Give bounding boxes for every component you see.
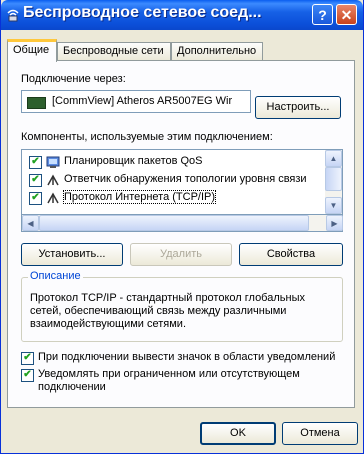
component-checkbox[interactable] <box>29 156 42 169</box>
list-item[interactable]: Ответчик обнаружения топологии уровня св… <box>22 171 318 189</box>
tab-advanced[interactable]: Дополнительно <box>171 42 263 60</box>
notify-checkbox[interactable] <box>21 369 34 382</box>
component-label: Ответчик обнаружения топологии уровня св… <box>64 173 307 185</box>
description-title: Описание <box>28 270 83 282</box>
scroll-left-arrow-icon[interactable]: ◀ <box>22 215 39 231</box>
show-icon-checkbox[interactable] <box>21 352 34 365</box>
component-label: Протокол Интернета (TCP/IP) <box>62 190 217 204</box>
connect-using-label: Подключение через: <box>21 73 126 85</box>
component-checkbox[interactable] <box>29 174 42 187</box>
description-group: Описание Протокол TCP/IP - стандартный п… <box>21 270 343 342</box>
component-label: Планировщик пакетов QoS <box>64 155 203 167</box>
network-protocol-icon <box>46 173 60 187</box>
network-protocol-icon <box>46 191 60 205</box>
scroll-up-arrow-icon[interactable]: ▲ <box>325 150 342 167</box>
configure-button[interactable]: Настроить... <box>255 96 341 119</box>
scroll-down-arrow-icon[interactable]: ▼ <box>325 197 342 214</box>
horizontal-scrollbar[interactable]: ◀ ▶ <box>21 215 343 232</box>
tab-wireless-networks[interactable]: Беспроводные сети <box>57 42 171 60</box>
network-connection-properties-dialog: Беспроводное сетевое соед... ? ✕ Общие Б… <box>0 0 364 454</box>
close-button[interactable]: ✕ <box>336 4 357 25</box>
notify-option[interactable]: Уведомлять при ограниченном или отсутств… <box>21 368 351 396</box>
install-button[interactable]: Установить... <box>21 243 123 266</box>
title-bar[interactable]: Беспроводное сетевое соед... ? ✕ <box>1 0 363 30</box>
tab-general[interactable]: Общие <box>7 39 57 62</box>
notify-label: Уведомлять при ограниченном или отсутств… <box>38 368 300 393</box>
scroll-thumb[interactable] <box>325 167 342 191</box>
description-text: Протокол TCP/IP - стандартный протокол г… <box>30 292 305 330</box>
uninstall-button[interactable]: Удалить <box>130 243 232 266</box>
general-tab-panel: Подключение через: [CommView] Atheros AR… <box>7 60 355 408</box>
adapter-name: [CommView] Atheros AR5007EG Wir <box>52 95 233 107</box>
adapter-field: [CommView] Atheros AR5007EG Wir <box>21 90 251 113</box>
show-icon-label: При подключении вывести значок в области… <box>38 351 336 363</box>
cancel-button[interactable]: Отмена <box>282 422 358 445</box>
vertical-scrollbar[interactable]: ▲ ▼ <box>325 150 342 214</box>
list-item[interactable]: Протокол Интернета (TCP/IP) <box>22 189 318 207</box>
component-checkbox[interactable] <box>29 192 42 205</box>
help-button[interactable]: ? <box>312 4 333 25</box>
ok-button[interactable]: OK <box>200 422 276 445</box>
components-label: Компоненты, используемые этим подключени… <box>21 131 273 143</box>
components-list[interactable]: Планировщик пакетов QoS Ответчик обнаруж… <box>21 149 343 215</box>
wireless-connection-icon <box>7 9 19 22</box>
properties-button[interactable]: Свойства <box>239 243 343 266</box>
qos-scheduler-icon <box>46 155 60 169</box>
show-icon-option[interactable]: При подключении вывести значок в области… <box>21 351 351 365</box>
list-item[interactable]: Планировщик пакетов QoS <box>22 153 318 171</box>
window-title: Беспроводное сетевое соед... <box>23 4 262 21</box>
network-adapter-icon <box>27 97 46 109</box>
horizontal-scroll-thumb[interactable] <box>39 215 309 231</box>
scroll-right-arrow-icon[interactable]: ▶ <box>326 215 343 231</box>
